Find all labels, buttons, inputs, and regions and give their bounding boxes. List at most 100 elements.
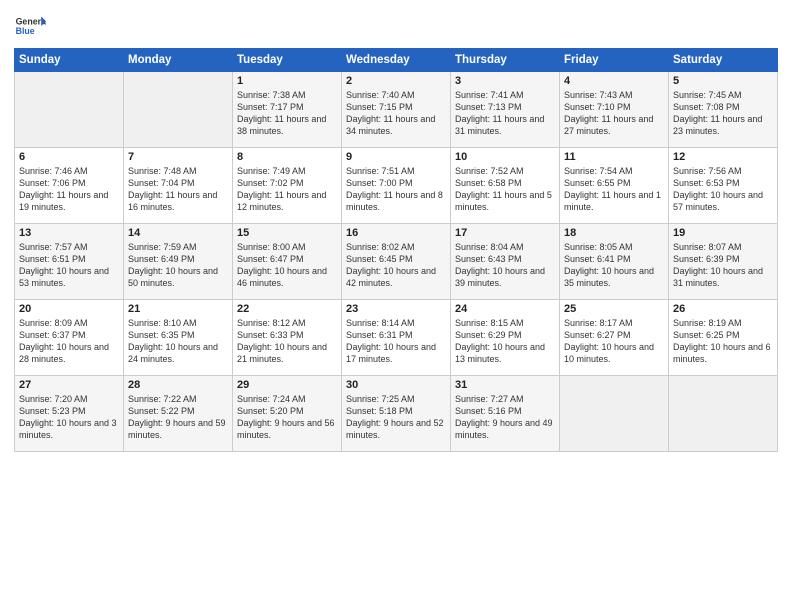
cell-content: Sunrise: 7:51 AMSunset: 7:00 PMDaylight:… <box>346 165 446 214</box>
calendar-cell: 13 Sunrise: 7:57 AMSunset: 6:51 PMDayligh… <box>15 224 124 300</box>
cell-content: Sunrise: 7:41 AMSunset: 7:13 PMDaylight:… <box>455 89 555 138</box>
cell-content: Sunrise: 8:10 AMSunset: 6:35 PMDaylight:… <box>128 317 228 366</box>
calendar-week-row: 13 Sunrise: 7:57 AMSunset: 6:51 PMDayligh… <box>15 224 778 300</box>
day-number: 2 <box>346 75 446 87</box>
cell-content: Sunrise: 7:27 AMSunset: 5:16 PMDaylight:… <box>455 393 555 442</box>
cell-content: Sunrise: 8:17 AMSunset: 6:27 PMDaylight:… <box>564 317 664 366</box>
calendar-cell: 9Sunrise: 7:51 AMSunset: 7:00 PMDaylight… <box>342 148 451 224</box>
calendar-cell: 24 Sunrise: 8:15 AMSunset: 6:29 PMDayligh… <box>451 300 560 376</box>
weekday-header-thursday: Thursday <box>451 49 560 72</box>
day-number: 25 <box>564 303 664 315</box>
weekday-header-friday: Friday <box>560 49 669 72</box>
calendar-cell: 26 Sunrise: 8:19 AMSunset: 6:25 PMDayligh… <box>669 300 778 376</box>
cell-content: Sunrise: 8:05 AMSunset: 6:41 PMDaylight:… <box>564 241 664 290</box>
calendar-week-row: 20 Sunrise: 8:09 AMSunset: 6:37 PMDayligh… <box>15 300 778 376</box>
cell-content: Sunrise: 8:12 AMSunset: 6:33 PMDaylight:… <box>237 317 337 366</box>
weekday-header-saturday: Saturday <box>669 49 778 72</box>
day-number: 10 <box>455 151 555 163</box>
calendar-week-row: 1Sunrise: 7:38 AMSunset: 7:17 PMDaylight… <box>15 72 778 148</box>
day-number: 17 <box>455 227 555 239</box>
cell-content: Sunrise: 8:07 AMSunset: 6:39 PMDaylight:… <box>673 241 773 290</box>
cell-content: Sunrise: 7:46 AMSunset: 7:06 PMDaylight:… <box>19 165 119 214</box>
day-number: 7 <box>128 151 228 163</box>
cell-content: Sunrise: 7:59 AMSunset: 6:49 PMDaylight:… <box>128 241 228 290</box>
calendar-cell: 18 Sunrise: 8:05 AMSunset: 6:41 PMDayligh… <box>560 224 669 300</box>
cell-content: Sunrise: 8:04 AMSunset: 6:43 PMDaylight:… <box>455 241 555 290</box>
calendar-cell: 12 Sunrise: 7:56 AMSunset: 6:53 PMDayligh… <box>669 148 778 224</box>
calendar-cell: 14 Sunrise: 7:59 AMSunset: 6:49 PMDayligh… <box>124 224 233 300</box>
weekday-header-row: SundayMondayTuesdayWednesdayThursdayFrid… <box>15 49 778 72</box>
calendar-cell: 5Sunrise: 7:45 AMSunset: 7:08 PMDaylight… <box>669 72 778 148</box>
calendar-week-row: 27 Sunrise: 7:20 AMSunset: 5:23 PMDayligh… <box>15 376 778 452</box>
cell-content: Sunrise: 7:57 AMSunset: 6:51 PMDaylight:… <box>19 241 119 290</box>
calendar-cell: 1Sunrise: 7:38 AMSunset: 7:17 PMDaylight… <box>233 72 342 148</box>
calendar-cell: 8 Sunrise: 7:49 AMSunset: 7:02 PMDaylight… <box>233 148 342 224</box>
day-number: 28 <box>128 379 228 391</box>
calendar-cell: 3 Sunrise: 7:41 AMSunset: 7:13 PMDaylight… <box>451 72 560 148</box>
calendar-cell <box>560 376 669 452</box>
day-number: 21 <box>128 303 228 315</box>
calendar-cell: 28 Sunrise: 7:22 AMSunset: 5:22 PMDayligh… <box>124 376 233 452</box>
cell-content: Sunrise: 7:49 AMSunset: 7:02 PMDaylight:… <box>237 165 337 214</box>
cell-content: Sunrise: 8:00 AMSunset: 6:47 PMDaylight:… <box>237 241 337 290</box>
day-number: 31 <box>455 379 555 391</box>
cell-content: Sunrise: 7:45 AMSunset: 7:08 PMDaylight:… <box>673 89 773 138</box>
calendar-cell: 23 Sunrise: 8:14 AMSunset: 6:31 PMDayligh… <box>342 300 451 376</box>
calendar-table: SundayMondayTuesdayWednesdayThursdayFrid… <box>14 48 778 452</box>
day-number: 3 <box>455 75 555 87</box>
cell-content: Sunrise: 7:54 AMSunset: 6:55 PMDaylight:… <box>564 165 664 214</box>
logo-icon: General Blue <box>14 10 46 42</box>
cell-content: Sunrise: 7:56 AMSunset: 6:53 PMDaylight:… <box>673 165 773 214</box>
calendar-cell: 22 Sunrise: 8:12 AMSunset: 6:33 PMDayligh… <box>233 300 342 376</box>
calendar-cell <box>124 72 233 148</box>
day-number: 6 <box>19 151 119 163</box>
day-number: 1 <box>237 75 337 87</box>
day-number: 23 <box>346 303 446 315</box>
day-number: 4 <box>564 75 664 87</box>
calendar-cell: 20 Sunrise: 8:09 AMSunset: 6:37 PMDayligh… <box>15 300 124 376</box>
day-number: 13 <box>19 227 119 239</box>
calendar-cell: 19Sunrise: 8:07 AMSunset: 6:39 PMDayligh… <box>669 224 778 300</box>
calendar-cell: 11Sunrise: 7:54 AMSunset: 6:55 PMDayligh… <box>560 148 669 224</box>
cell-content: Sunrise: 7:52 AMSunset: 6:58 PMDaylight:… <box>455 165 555 214</box>
calendar-cell <box>15 72 124 148</box>
calendar-cell: 27 Sunrise: 7:20 AMSunset: 5:23 PMDayligh… <box>15 376 124 452</box>
calendar-cell: 29Sunrise: 7:24 AMSunset: 5:20 PMDayligh… <box>233 376 342 452</box>
calendar-cell: 30Sunrise: 7:25 AMSunset: 5:18 PMDayligh… <box>342 376 451 452</box>
calendar-cell: 7Sunrise: 7:48 AMSunset: 7:04 PMDaylight… <box>124 148 233 224</box>
calendar-cell: 17 Sunrise: 8:04 AMSunset: 6:43 PMDayligh… <box>451 224 560 300</box>
day-number: 14 <box>128 227 228 239</box>
calendar-cell: 6 Sunrise: 7:46 AMSunset: 7:06 PMDaylight… <box>15 148 124 224</box>
day-number: 26 <box>673 303 773 315</box>
weekday-header-wednesday: Wednesday <box>342 49 451 72</box>
day-number: 8 <box>237 151 337 163</box>
day-number: 18 <box>564 227 664 239</box>
calendar-cell <box>669 376 778 452</box>
cell-content: Sunrise: 8:14 AMSunset: 6:31 PMDaylight:… <box>346 317 446 366</box>
weekday-header-tuesday: Tuesday <box>233 49 342 72</box>
cell-content: Sunrise: 7:24 AMSunset: 5:20 PMDaylight:… <box>237 393 337 442</box>
day-number: 20 <box>19 303 119 315</box>
day-number: 22 <box>237 303 337 315</box>
logo: General Blue <box>14 10 46 42</box>
day-number: 24 <box>455 303 555 315</box>
cell-content: Sunrise: 8:09 AMSunset: 6:37 PMDaylight:… <box>19 317 119 366</box>
cell-content: Sunrise: 8:02 AMSunset: 6:45 PMDaylight:… <box>346 241 446 290</box>
calendar-week-row: 6 Sunrise: 7:46 AMSunset: 7:06 PMDaylight… <box>15 148 778 224</box>
cell-content: Sunrise: 7:22 AMSunset: 5:22 PMDaylight:… <box>128 393 228 442</box>
weekday-header-sunday: Sunday <box>15 49 124 72</box>
weekday-header-monday: Monday <box>124 49 233 72</box>
calendar-cell: 25 Sunrise: 8:17 AMSunset: 6:27 PMDayligh… <box>560 300 669 376</box>
calendar-cell: 31 Sunrise: 7:27 AMSunset: 5:16 PMDayligh… <box>451 376 560 452</box>
cell-content: Sunrise: 8:15 AMSunset: 6:29 PMDaylight:… <box>455 317 555 366</box>
svg-text:Blue: Blue <box>16 26 35 36</box>
day-number: 27 <box>19 379 119 391</box>
cell-content: Sunrise: 7:20 AMSunset: 5:23 PMDaylight:… <box>19 393 119 442</box>
calendar-cell: 2Sunrise: 7:40 AMSunset: 7:15 PMDaylight… <box>342 72 451 148</box>
day-number: 30 <box>346 379 446 391</box>
cell-content: Sunrise: 7:43 AMSunset: 7:10 PMDaylight:… <box>564 89 664 138</box>
cell-content: Sunrise: 8:19 AMSunset: 6:25 PMDaylight:… <box>673 317 773 366</box>
header: General Blue <box>14 10 778 42</box>
calendar-cell: 21 Sunrise: 8:10 AMSunset: 6:35 PMDayligh… <box>124 300 233 376</box>
day-number: 12 <box>673 151 773 163</box>
